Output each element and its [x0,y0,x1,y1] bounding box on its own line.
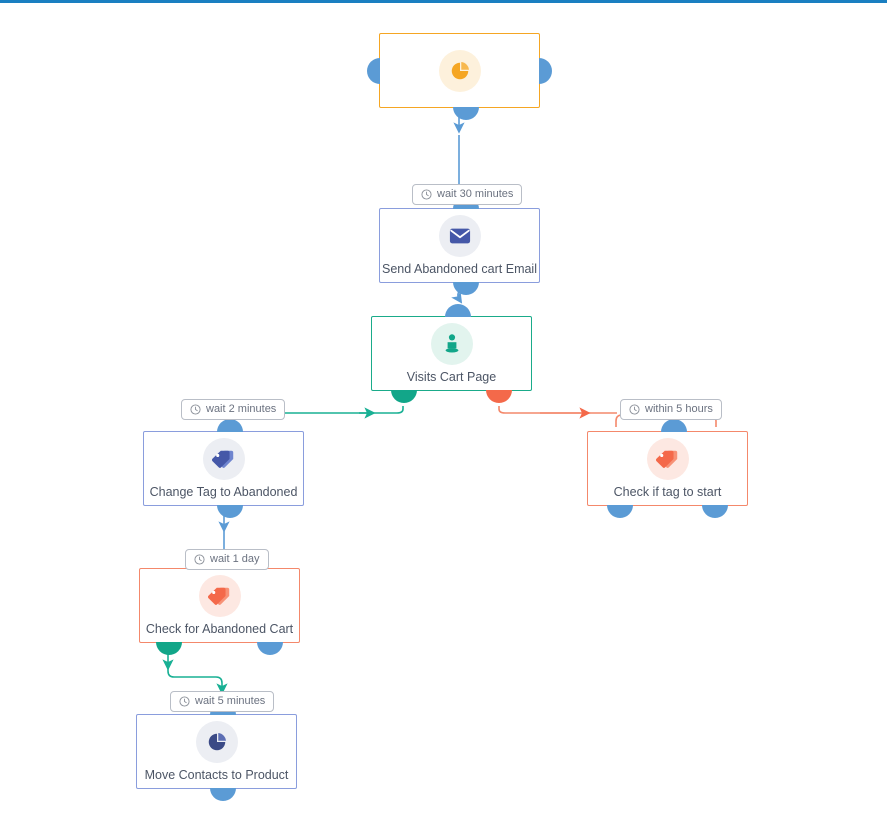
node-port-yes[interactable] [391,390,417,403]
node-port-bottom[interactable] [453,107,480,120]
tag-icon [202,437,245,480]
node-port-top[interactable] [661,419,688,432]
clock-icon [629,404,640,415]
edge-label-text: wait 1 day [210,553,260,565]
envelope-icon [438,214,481,257]
workflow-node-move-contacts[interactable]: Move Contacts to Product [136,702,297,801]
node-port-top[interactable] [217,419,244,432]
node-label: Check for Abandoned Cart [145,621,294,636]
tag-icon [198,574,241,617]
pie-chart-icon [195,720,238,763]
node-port-top[interactable] [445,304,472,317]
node-port-bottom[interactable] [453,282,480,295]
node-label: Send Abandoned cart Email [382,261,537,276]
edge-label-within-5-hours[interactable]: within 5 hours [620,399,722,420]
edge-label-text: within 5 hours [645,403,713,415]
node-port-right[interactable] [539,57,552,84]
edge-label-wait-30-minutes[interactable]: wait 30 minutes [412,184,523,205]
edge-layer [162,103,717,717]
edge-label-text: wait 2 minutes [206,403,277,415]
node-label: Check if tag to start [613,484,722,499]
node-port-bottom[interactable] [210,788,237,801]
workflow-canvas[interactable]: Send Abandoned cart Email Visits Cart Pa… [0,3,887,833]
clock-icon [421,189,432,200]
pie-chart-icon [438,49,481,92]
node-port-bottom[interactable] [217,505,244,518]
node-port-no[interactable] [486,390,512,403]
workflow-node-trigger[interactable] [367,33,552,120]
workflow-node-check-for-abandoned-cart[interactable]: Check for Abandoned Cart [139,556,300,655]
edge-label-wait-5-minutes[interactable]: wait 5 minutes [170,691,275,712]
edge-label-text: wait 5 minutes [195,695,266,707]
clock-icon [194,554,205,565]
tag-icon [646,437,689,480]
clock-icon [190,404,201,415]
workflow-node-check-if-tag-to-start[interactable]: Check if tag to start [587,419,748,518]
edge-label-text: wait 30 minutes [437,188,514,200]
edge-label-wait-2-minutes[interactable]: wait 2 minutes [181,399,286,420]
workflow-node-send-email[interactable]: Send Abandoned cart Email [379,196,540,295]
node-label: Move Contacts to Product [144,767,289,782]
node-label: Change Tag to Abandoned [149,484,298,499]
node-port-yes[interactable] [607,505,633,518]
workflow-node-change-tag[interactable]: Change Tag to Abandoned [143,419,304,518]
node-label: Visits Cart Page [406,369,497,384]
node-port-yes[interactable] [156,642,182,655]
person-icon [430,322,473,365]
clock-icon [179,696,190,707]
edge-label-wait-1-day[interactable]: wait 1 day [185,549,269,570]
node-port-no[interactable] [257,642,283,655]
workflow-node-visits-cart-page[interactable]: Visits Cart Page [371,304,532,403]
node-port-no[interactable] [702,505,728,518]
node-port-left[interactable] [367,57,380,84]
